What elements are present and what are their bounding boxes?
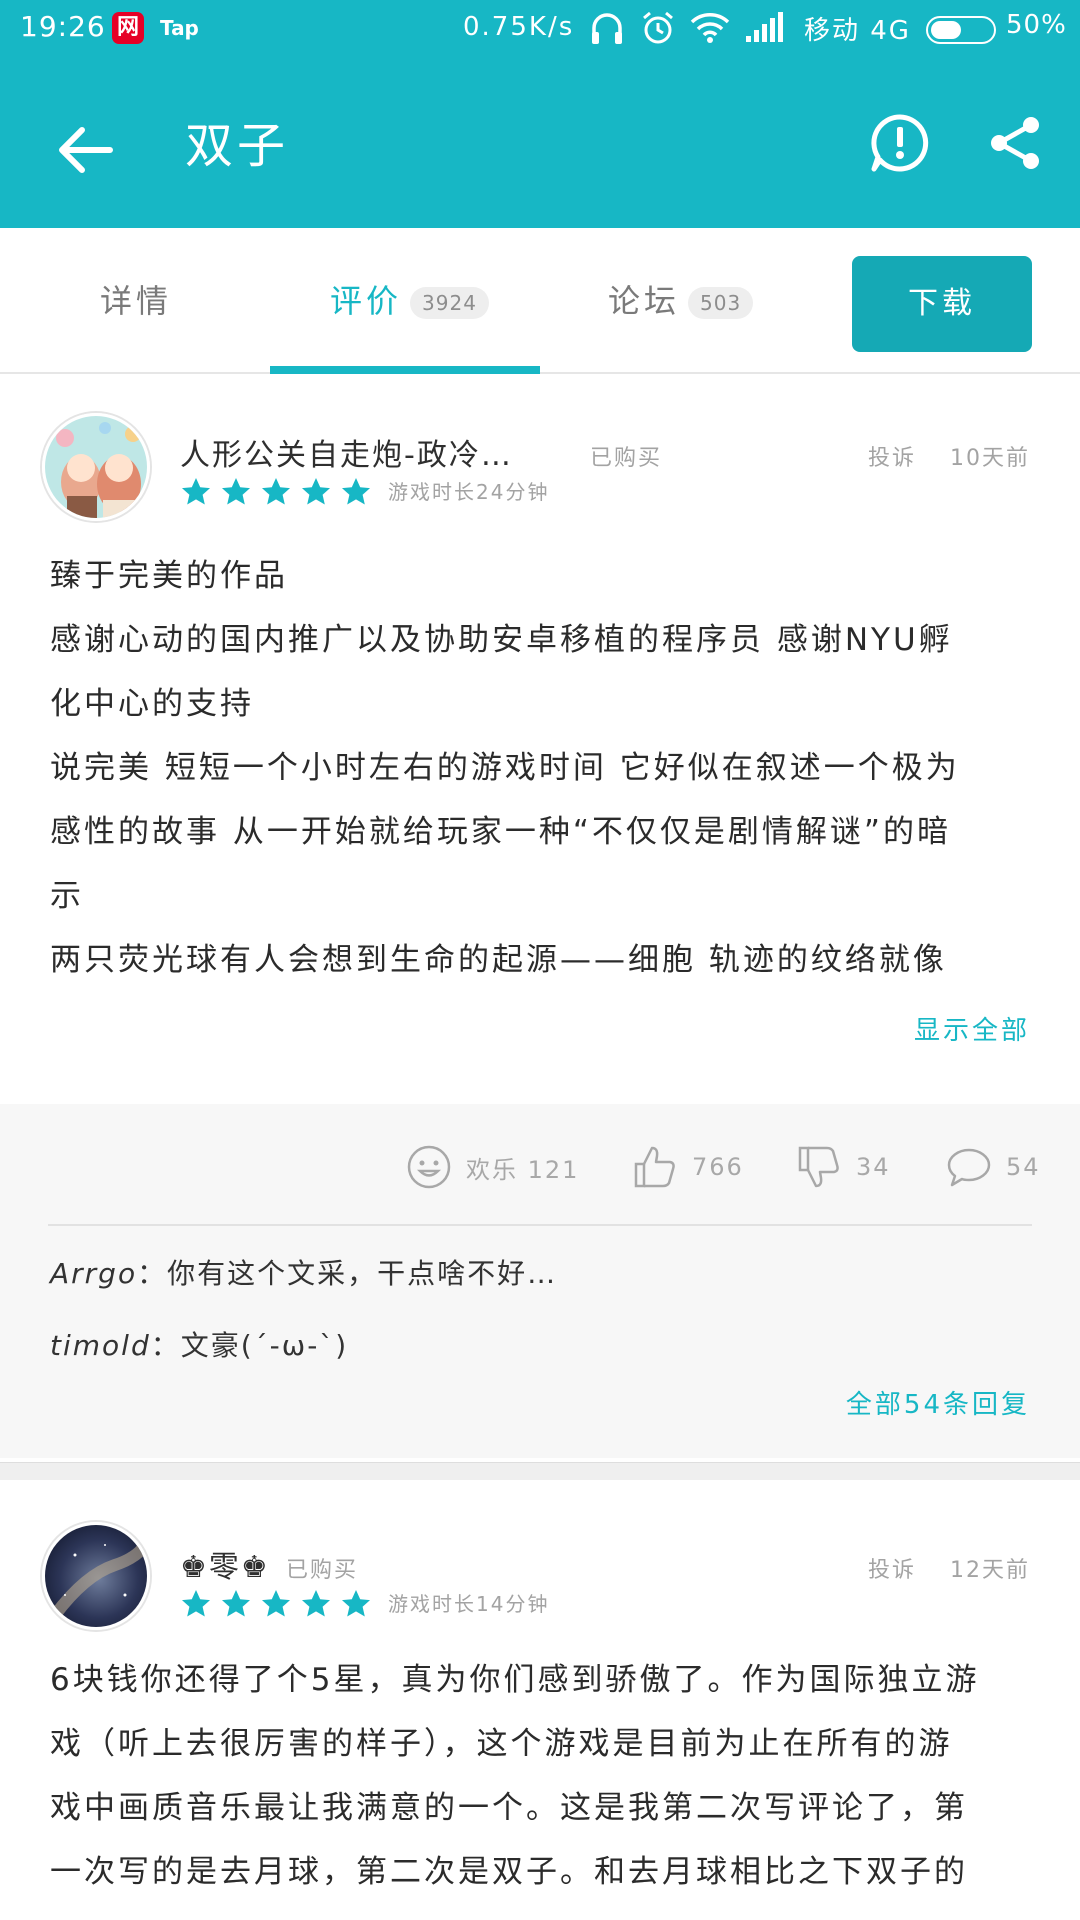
- reply-item[interactable]: Arrgo：你有这个文采，干点啥不好…: [50, 1252, 557, 1292]
- wifi-icon: [690, 13, 730, 43]
- reviews-count-badge: 3924: [410, 287, 489, 319]
- star-icon: [222, 478, 250, 505]
- battery-level: [931, 21, 961, 39]
- report-icon[interactable]: [870, 113, 930, 173]
- status-bar: 19:26 网 Tap 0.75K/s 移动 4G 50%: [0, 0, 1080, 58]
- reply-item[interactable]: timold：文豪(´-ω-`): [50, 1324, 348, 1364]
- tab-forum[interactable]: 论坛 503: [608, 276, 754, 322]
- comment-count: 54: [1006, 1153, 1041, 1181]
- review-line: 示: [50, 878, 84, 914]
- review-line: 两只荧光球有人会想到生命的起源——细胞 轨迹的纹络就像: [50, 942, 947, 978]
- carrier-label: 移动 4G: [804, 16, 911, 46]
- back-arrow-icon[interactable]: [52, 118, 116, 182]
- star-icon: [342, 478, 370, 505]
- share-icon[interactable]: [985, 113, 1045, 173]
- battery-icon: [926, 16, 996, 44]
- smile-icon: [407, 1145, 451, 1189]
- all-replies-link[interactable]: 全部54条回复: [846, 1384, 1030, 1421]
- alarm-icon: [643, 11, 673, 44]
- star-icon: [302, 478, 330, 505]
- review-time: 12天前: [950, 1558, 1030, 1583]
- reply-text: ：文豪(´-ω-`): [150, 1329, 349, 1362]
- star-icon: [302, 1590, 330, 1617]
- tab-reviews[interactable]: 评价 3924: [330, 276, 489, 322]
- reply-text: ：你有这个文采，干点啥不好…: [137, 1257, 558, 1290]
- tab-reviews-label: 评价: [330, 282, 403, 320]
- tab-bar: 详情 评价 3924 论坛 503 下载: [0, 228, 1080, 374]
- status-time: 19:26: [20, 10, 106, 43]
- review-line: 感谢心动的国内推广以及协助安卓移植的程序员 感谢NYU孵: [50, 622, 953, 658]
- thumbs-down-icon: [798, 1146, 839, 1188]
- battery-percent: 50%: [1006, 10, 1067, 40]
- star-icon: [222, 1590, 250, 1617]
- star-icon: [182, 478, 210, 505]
- review-separator: [0, 1462, 1080, 1480]
- reply-author[interactable]: Arrgo: [50, 1257, 137, 1290]
- funny-button[interactable]: 欢乐 121: [406, 1144, 579, 1190]
- report-link[interactable]: 投诉: [868, 440, 916, 472]
- dislike-count: 34: [856, 1153, 891, 1181]
- star-icon: [262, 1590, 290, 1617]
- like-button[interactable]: 766: [632, 1144, 744, 1190]
- active-tab-indicator: [270, 366, 540, 374]
- review-line: 戏中画质音乐最让我满意的一个。这是我第二次写评论了，第: [50, 1790, 968, 1826]
- funny-count: 欢乐 121: [466, 1155, 580, 1184]
- avatar[interactable]: [42, 413, 150, 521]
- rating-stars: [180, 476, 372, 508]
- like-count: 766: [692, 1153, 744, 1181]
- avatar[interactable]: [42, 1522, 150, 1630]
- comment-button[interactable]: 54: [946, 1144, 1041, 1190]
- thumbs-up-icon: [634, 1146, 675, 1188]
- tab-forum-label: 论坛: [608, 282, 681, 320]
- review-line: 感性的故事 从一开始就给玩家一种“不仅仅是剧情解谜”的暗: [50, 814, 951, 850]
- signal-icon: [746, 12, 783, 42]
- divider: [48, 1224, 1032, 1226]
- star-icon: [262, 478, 290, 505]
- network-speed: 0.75K/s: [463, 12, 575, 42]
- review-body: 6块钱你还得了个5星，真为你们感到骄傲了。作为国际独立游 戏（听上去很厉害的样子…: [50, 1648, 1030, 1904]
- review-line: 一次写的是去月球，第二次是双子。和去月球相比之下双子的: [50, 1854, 968, 1890]
- playtime: 游戏时长24分钟: [388, 480, 550, 504]
- dislike-button[interactable]: 34: [796, 1144, 891, 1190]
- headphones-icon: [592, 13, 622, 44]
- app-bar: 双子: [0, 58, 1080, 228]
- star-icon: [342, 1590, 370, 1617]
- review-line: 说完美 短短一个小时左右的游戏时间 它好似在叙述一个极为: [50, 750, 960, 786]
- review-line: 臻于完美的作品: [50, 558, 288, 594]
- purchased-badge: 已购买: [590, 446, 663, 471]
- report-link[interactable]: 投诉: [868, 1552, 916, 1584]
- rating-stars: [180, 1588, 372, 1620]
- review-line: 戏（听上去很厉害的样子），这个游戏是目前为止在所有的游: [50, 1726, 953, 1762]
- page-title: 双子: [185, 118, 290, 174]
- review-line: 6块钱你还得了个5星，真为你们感到骄傲了。作为国际独立游: [50, 1662, 980, 1698]
- forum-count-badge: 503: [688, 287, 754, 319]
- review-actions-area: 欢乐 121 766 34 54 Arrgo：你有这个文采，干点啥不好… tim…: [0, 1104, 1080, 1458]
- review-body: 臻于完美的作品 感谢心动的国内推广以及协助安卓移植的程序员 感谢NYU孵 化中心…: [50, 544, 1030, 992]
- playtime: 游戏时长14分钟: [388, 1592, 550, 1616]
- download-button[interactable]: 下载: [852, 256, 1032, 352]
- comment-icon: [947, 1148, 991, 1187]
- tap-app-icon: Tap: [160, 16, 199, 40]
- purchased-badge: 已购买: [286, 1558, 359, 1583]
- tab-details[interactable]: 详情: [100, 276, 172, 322]
- username[interactable]: ♚零♚: [180, 1542, 270, 1586]
- reply-author[interactable]: timold: [50, 1329, 151, 1362]
- username[interactable]: 人形公关自走炮-政冷…: [180, 430, 513, 474]
- tab-details-label: 详情: [100, 282, 173, 320]
- show-all-link[interactable]: 显示全部: [914, 1010, 1030, 1047]
- star-icon: [182, 1590, 210, 1617]
- review-time: 10天前: [950, 446, 1030, 471]
- netease-music-icon: 网: [112, 12, 144, 44]
- review-line: 化中心的支持: [50, 686, 254, 722]
